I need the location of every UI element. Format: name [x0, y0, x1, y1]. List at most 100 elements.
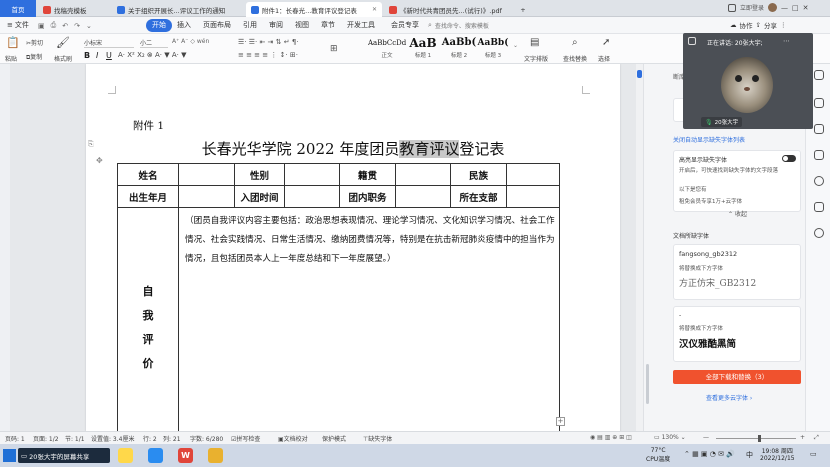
select-button[interactable]: 选择	[598, 54, 610, 63]
location-icon[interactable]	[637, 70, 642, 78]
text-icon[interactable]	[814, 98, 824, 108]
ime-indicator[interactable]: 中	[746, 450, 753, 460]
protect-mode-label[interactable]: 保护模式	[322, 434, 346, 443]
new-tab-button[interactable]: +	[516, 2, 530, 17]
format-painter-icon[interactable]: 🖌	[56, 36, 70, 49]
table-cell[interactable]	[284, 185, 340, 208]
list-format-icons[interactable]: ☰· ☰· ⇤ ⇥ ⇅ ↵ ¶·	[238, 38, 299, 46]
paragraph-mark-icon[interactable]: ⎘	[88, 140, 94, 149]
panel-scrollbar[interactable]	[646, 364, 649, 404]
file-explorer-icon[interactable]	[118, 448, 133, 463]
meeting-app-icon[interactable]	[148, 448, 163, 463]
missing-font-item[interactable]: - 将替换成下方字体 汉仪雅酷黑简	[673, 306, 801, 362]
notification-icon[interactable]: ▭	[810, 450, 817, 458]
paste-button[interactable]: 粘贴	[5, 54, 17, 63]
table-cell[interactable]	[506, 163, 560, 186]
menu-start[interactable]: 开始	[146, 19, 172, 32]
settings-icon[interactable]	[814, 228, 824, 238]
more-icon[interactable]: ⌄	[86, 22, 92, 30]
undo-icon[interactable]: ↶	[62, 22, 68, 30]
menu-insert[interactable]: 插入	[174, 19, 194, 32]
tag-icon[interactable]	[814, 150, 824, 160]
style-heading-2[interactable]: AaBb( 标题 2	[440, 36, 478, 62]
zoom-slider[interactable]	[716, 435, 796, 442]
menu-view[interactable]: 视图	[292, 19, 312, 32]
missing-font-status[interactable]: ⊤缺失字体	[363, 434, 392, 443]
cut-button[interactable]: ✂剪切	[26, 38, 43, 47]
redo-icon[interactable]: ↷	[74, 22, 80, 30]
border-icon[interactable]: ⊞	[330, 44, 338, 54]
table-cell[interactable]	[178, 185, 235, 208]
view-more-fonts-link[interactable]: 查看更多云字体 ›	[706, 393, 752, 402]
vertical-scrollbar[interactable]	[636, 64, 643, 431]
save-icon[interactable]: ▣	[38, 22, 45, 30]
menu-reference[interactable]: 引用	[240, 19, 260, 32]
edit-icon[interactable]	[814, 70, 824, 80]
meeting-video-window[interactable]: 正在讲话: 20张大宇; ⋯ 🎙 20张大宇	[683, 33, 813, 129]
command-search[interactable]: ⌕ 查找命令、搜索模板	[428, 20, 508, 31]
font-name-select[interactable]: 小标宋	[84, 38, 134, 48]
self-eval-content[interactable]: （团员自我评议内容主要包括：政治思想表现情况、理论学习情况、文化知识学习情况、社…	[178, 207, 560, 431]
underline-button[interactable]: U	[106, 51, 112, 60]
italic-button[interactable]: I	[96, 51, 98, 60]
collapse-button[interactable]: ⌃ 收起	[728, 209, 747, 218]
avatar[interactable]	[768, 3, 778, 12]
close-window-icon[interactable]: ✕	[803, 4, 809, 12]
text-layout-icon[interactable]: ▤	[530, 37, 539, 48]
find-replace-button[interactable]: 查找替换	[563, 54, 587, 63]
paste-icon[interactable]: 📋	[6, 36, 20, 49]
zoom-control[interactable]: ▭ 130% ⌄	[654, 434, 686, 441]
windows-start-icon[interactable]	[3, 449, 16, 462]
text-effects-icons[interactable]: A· X² X₂ ⊗ A· ▼ A· ▼	[118, 51, 186, 59]
table-cell[interactable]	[178, 163, 235, 186]
text-layout-button[interactable]: 文字排版	[524, 54, 548, 63]
style-heading-3[interactable]: AaBb( 标题 3	[474, 36, 512, 62]
document-page[interactable]: 附件 1 长春光华学院 2022 年度团员教育评议登记表 ⎘ ✥ 姓名 性别 籍…	[86, 64, 620, 431]
tray-icons[interactable]: ⌃ ▦ ▣ ◔ ✉ 🔊	[684, 450, 735, 458]
copy-button[interactable]: ⧉复制	[26, 52, 42, 62]
cpu-temp-widget[interactable]: 77°C CPU温度	[646, 447, 670, 463]
maximize-icon[interactable]: □	[792, 4, 799, 12]
cooperate-button[interactable]: 协作	[740, 20, 753, 30]
font-size-select[interactable]: 小二	[140, 38, 168, 48]
table-move-handle-icon[interactable]: ✥	[96, 156, 103, 165]
style-heading-1[interactable]: AaB 标题 1	[404, 36, 442, 62]
clock[interactable]: 19:08 周四 2022/12/15	[760, 446, 795, 462]
find-icon[interactable]: ⌕	[572, 37, 578, 48]
tab-pdf[interactable]: 《新时代共青团员先...(试行)》.pdf	[384, 2, 514, 17]
document-canvas[interactable]: 附件 1 长春光华学院 2022 年度团员教育评议登记表 ⎘ ✥ 姓名 性别 籍…	[10, 64, 636, 431]
cloud-icon[interactable]: ☁	[730, 21, 737, 29]
spell-check-button[interactable]: ☑拼写检查	[231, 434, 260, 443]
table-cell[interactable]	[284, 163, 340, 186]
table-cell[interactable]	[395, 185, 451, 208]
video-more-icon[interactable]: ⋯	[783, 37, 790, 45]
close-tab-icon[interactable]: ✕	[372, 6, 377, 13]
zoom-out-icon[interactable]: —	[703, 434, 709, 441]
menu-review[interactable]: 审阅	[266, 19, 286, 32]
zoom-in-icon[interactable]: +	[800, 434, 805, 441]
auto-show-toggle-link[interactable]: 关闭自动显示缺失字体列表	[673, 135, 745, 144]
bold-button[interactable]: B	[84, 51, 90, 60]
fullscreen-icon[interactable]: ⤢	[814, 434, 819, 442]
add-row-icon[interactable]: +	[556, 417, 565, 426]
font-size-adjust-icons[interactable]: A⁺ A⁻ ◇ wén	[172, 38, 209, 45]
tab-home[interactable]: 首页	[0, 0, 36, 17]
menu-page-layout[interactable]: 页面布局	[200, 19, 234, 32]
menu-member[interactable]: 会员专享	[388, 19, 422, 32]
location-pin-icon[interactable]	[814, 176, 824, 186]
menu-chapter[interactable]: 章节	[318, 19, 338, 32]
download-replace-all-button[interactable]: 全部下载和替换（3）	[673, 370, 801, 384]
tab-attachment-doc[interactable]: 附件1：长春光...教育评议登记表 ✕	[246, 2, 382, 17]
table-cell[interactable]	[395, 163, 451, 186]
file-menu[interactable]: ≡ 文件	[4, 19, 32, 32]
cursor-icon[interactable]: ➚	[602, 37, 610, 48]
table-cell[interactable]	[506, 185, 560, 208]
doc-proof-button[interactable]: ▣文档校对	[278, 434, 308, 443]
share-doc-icon[interactable]	[814, 202, 824, 212]
share-button[interactable]: 分享	[764, 20, 777, 30]
minimize-icon[interactable]: —	[781, 4, 788, 12]
layout-icon[interactable]	[728, 3, 736, 12]
menu-dev-tools[interactable]: 开发工具	[344, 19, 378, 32]
view-mode-icons[interactable]: ◉ ▤ ▥ ⊕ ⊞ ◫	[590, 434, 632, 441]
styles-more-icon[interactable]: ⌄	[513, 42, 518, 49]
